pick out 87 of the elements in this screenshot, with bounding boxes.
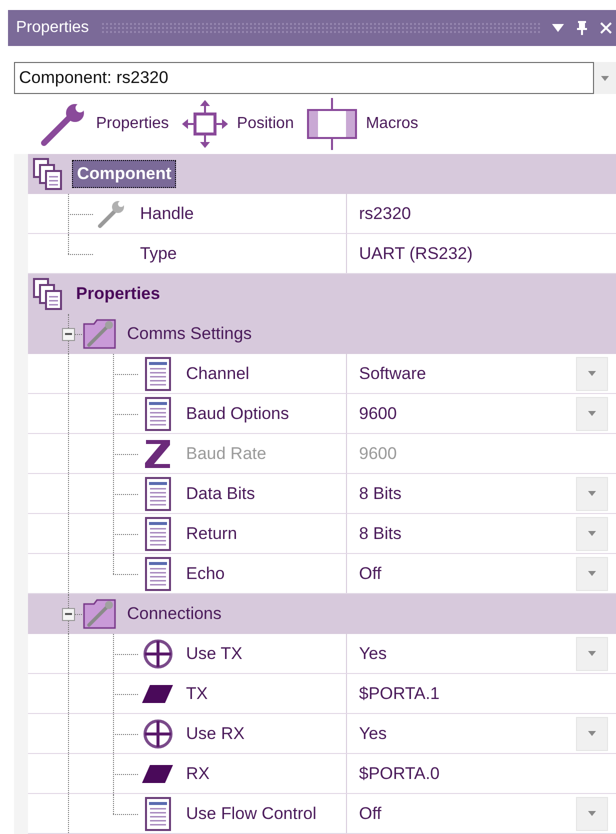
property-value: Off [359, 562, 382, 585]
property-label: Type [140, 242, 177, 265]
section-title[interactable]: Properties [72, 281, 164, 307]
property-value: 9600 [359, 442, 398, 465]
property-label: Baud Rate [186, 442, 266, 465]
property-label: Echo [186, 562, 225, 585]
property-value: Yes [359, 642, 388, 665]
folder-wrench-icon [83, 318, 117, 350]
pages-icon [32, 157, 64, 191]
property-label: Use Flow Control [186, 802, 316, 825]
property-row[interactable]: Handle rs2320 [28, 194, 616, 234]
dropdown-button[interactable] [576, 716, 608, 750]
document-icon [145, 356, 171, 390]
property-row[interactable]: Use RX Yes [28, 714, 616, 754]
property-label: Data Bits [186, 482, 255, 505]
dropdown-button[interactable] [576, 796, 608, 830]
property-label: Use RX [186, 722, 245, 745]
crosshair-circle-icon [142, 638, 174, 670]
caret-icon [588, 731, 596, 736]
move-arrows-icon [180, 99, 229, 149]
crosshair-circle-icon [142, 718, 174, 750]
property-row[interactable]: Echo Off [28, 554, 616, 594]
select-dropdown-button[interactable] [594, 62, 616, 94]
collapse-toggle[interactable] [62, 328, 75, 340]
section-title[interactable]: Component [72, 160, 176, 188]
property-label: RX [186, 762, 210, 785]
property-row[interactable]: Use TX Yes [28, 634, 616, 674]
property-row[interactable]: Use Flow Control Off [28, 794, 616, 834]
property-row[interactable]: Data Bits 8 Bits [28, 474, 616, 514]
caret-icon [588, 411, 596, 416]
macro-block-icon [306, 97, 358, 151]
property-value: rs2320 [359, 202, 412, 225]
parallelogram-icon [142, 764, 174, 784]
property-value: Off [359, 802, 382, 825]
toolbar-button[interactable]: Position [180, 99, 294, 149]
property-label: Channel [186, 362, 250, 385]
document-icon [145, 476, 171, 510]
dropdown-button[interactable] [576, 516, 608, 550]
document-icon [145, 396, 171, 430]
pages-icon [32, 277, 64, 311]
dropdown-button[interactable] [576, 396, 608, 430]
property-value: Yes [359, 722, 388, 745]
folder-wrench-icon [83, 598, 117, 630]
caret-icon [588, 811, 596, 816]
panel-title: Properties [16, 18, 89, 38]
property-value: 8 Bits [359, 482, 403, 505]
toolbar-button[interactable]: Macros [306, 97, 418, 151]
property-value: $PORTA.0 [359, 762, 441, 785]
property-row[interactable]: Baud Options 9600 [28, 394, 616, 434]
close-icon[interactable] [600, 22, 612, 34]
caret-icon [588, 651, 596, 656]
property-label: Baud Options [186, 402, 290, 425]
pin-icon[interactable] [576, 20, 588, 36]
dropdown-button[interactable] [576, 476, 608, 510]
dropdown-button[interactable] [576, 356, 608, 390]
dropdown-button[interactable] [576, 556, 608, 590]
toolbar-button[interactable]: Properties [38, 101, 169, 147]
z-letter-icon [143, 438, 173, 470]
group-title: Comms Settings [127, 323, 252, 346]
property-row[interactable]: Return 8 Bits [28, 514, 616, 554]
property-value: $PORTA.1 [359, 682, 441, 705]
property-row[interactable]: Channel Software [28, 354, 616, 394]
dropdown-arrow-icon[interactable] [552, 24, 564, 32]
document-icon [145, 796, 171, 830]
property-value: 8 Bits [359, 522, 403, 545]
collapse-toggle[interactable] [62, 608, 75, 620]
property-row[interactable]: TX $PORTA.1 [28, 674, 616, 714]
property-value: Software [359, 362, 428, 385]
property-row[interactable]: Type UART (RS232) [28, 234, 616, 274]
property-row[interactable]: RX $PORTA.0 [28, 754, 616, 794]
document-icon [145, 516, 171, 550]
caret-icon [588, 371, 596, 376]
group-title: Connections [127, 603, 222, 626]
property-label: Return [186, 522, 238, 545]
caret-icon [588, 491, 596, 496]
property-label: Handle [140, 202, 194, 225]
caret-icon [588, 531, 596, 536]
caret-icon [588, 571, 596, 576]
component-select[interactable]: Component: rs2320 [14, 62, 594, 94]
property-value: UART (RS232) [359, 242, 474, 265]
parallelogram-icon [142, 684, 174, 704]
property-value: 9600 [359, 402, 398, 425]
caret-icon [601, 76, 609, 80]
dropdown-button[interactable] [576, 636, 608, 670]
document-icon [145, 556, 171, 590]
property-label: TX [186, 682, 208, 705]
property-label: Use TX [186, 642, 242, 665]
